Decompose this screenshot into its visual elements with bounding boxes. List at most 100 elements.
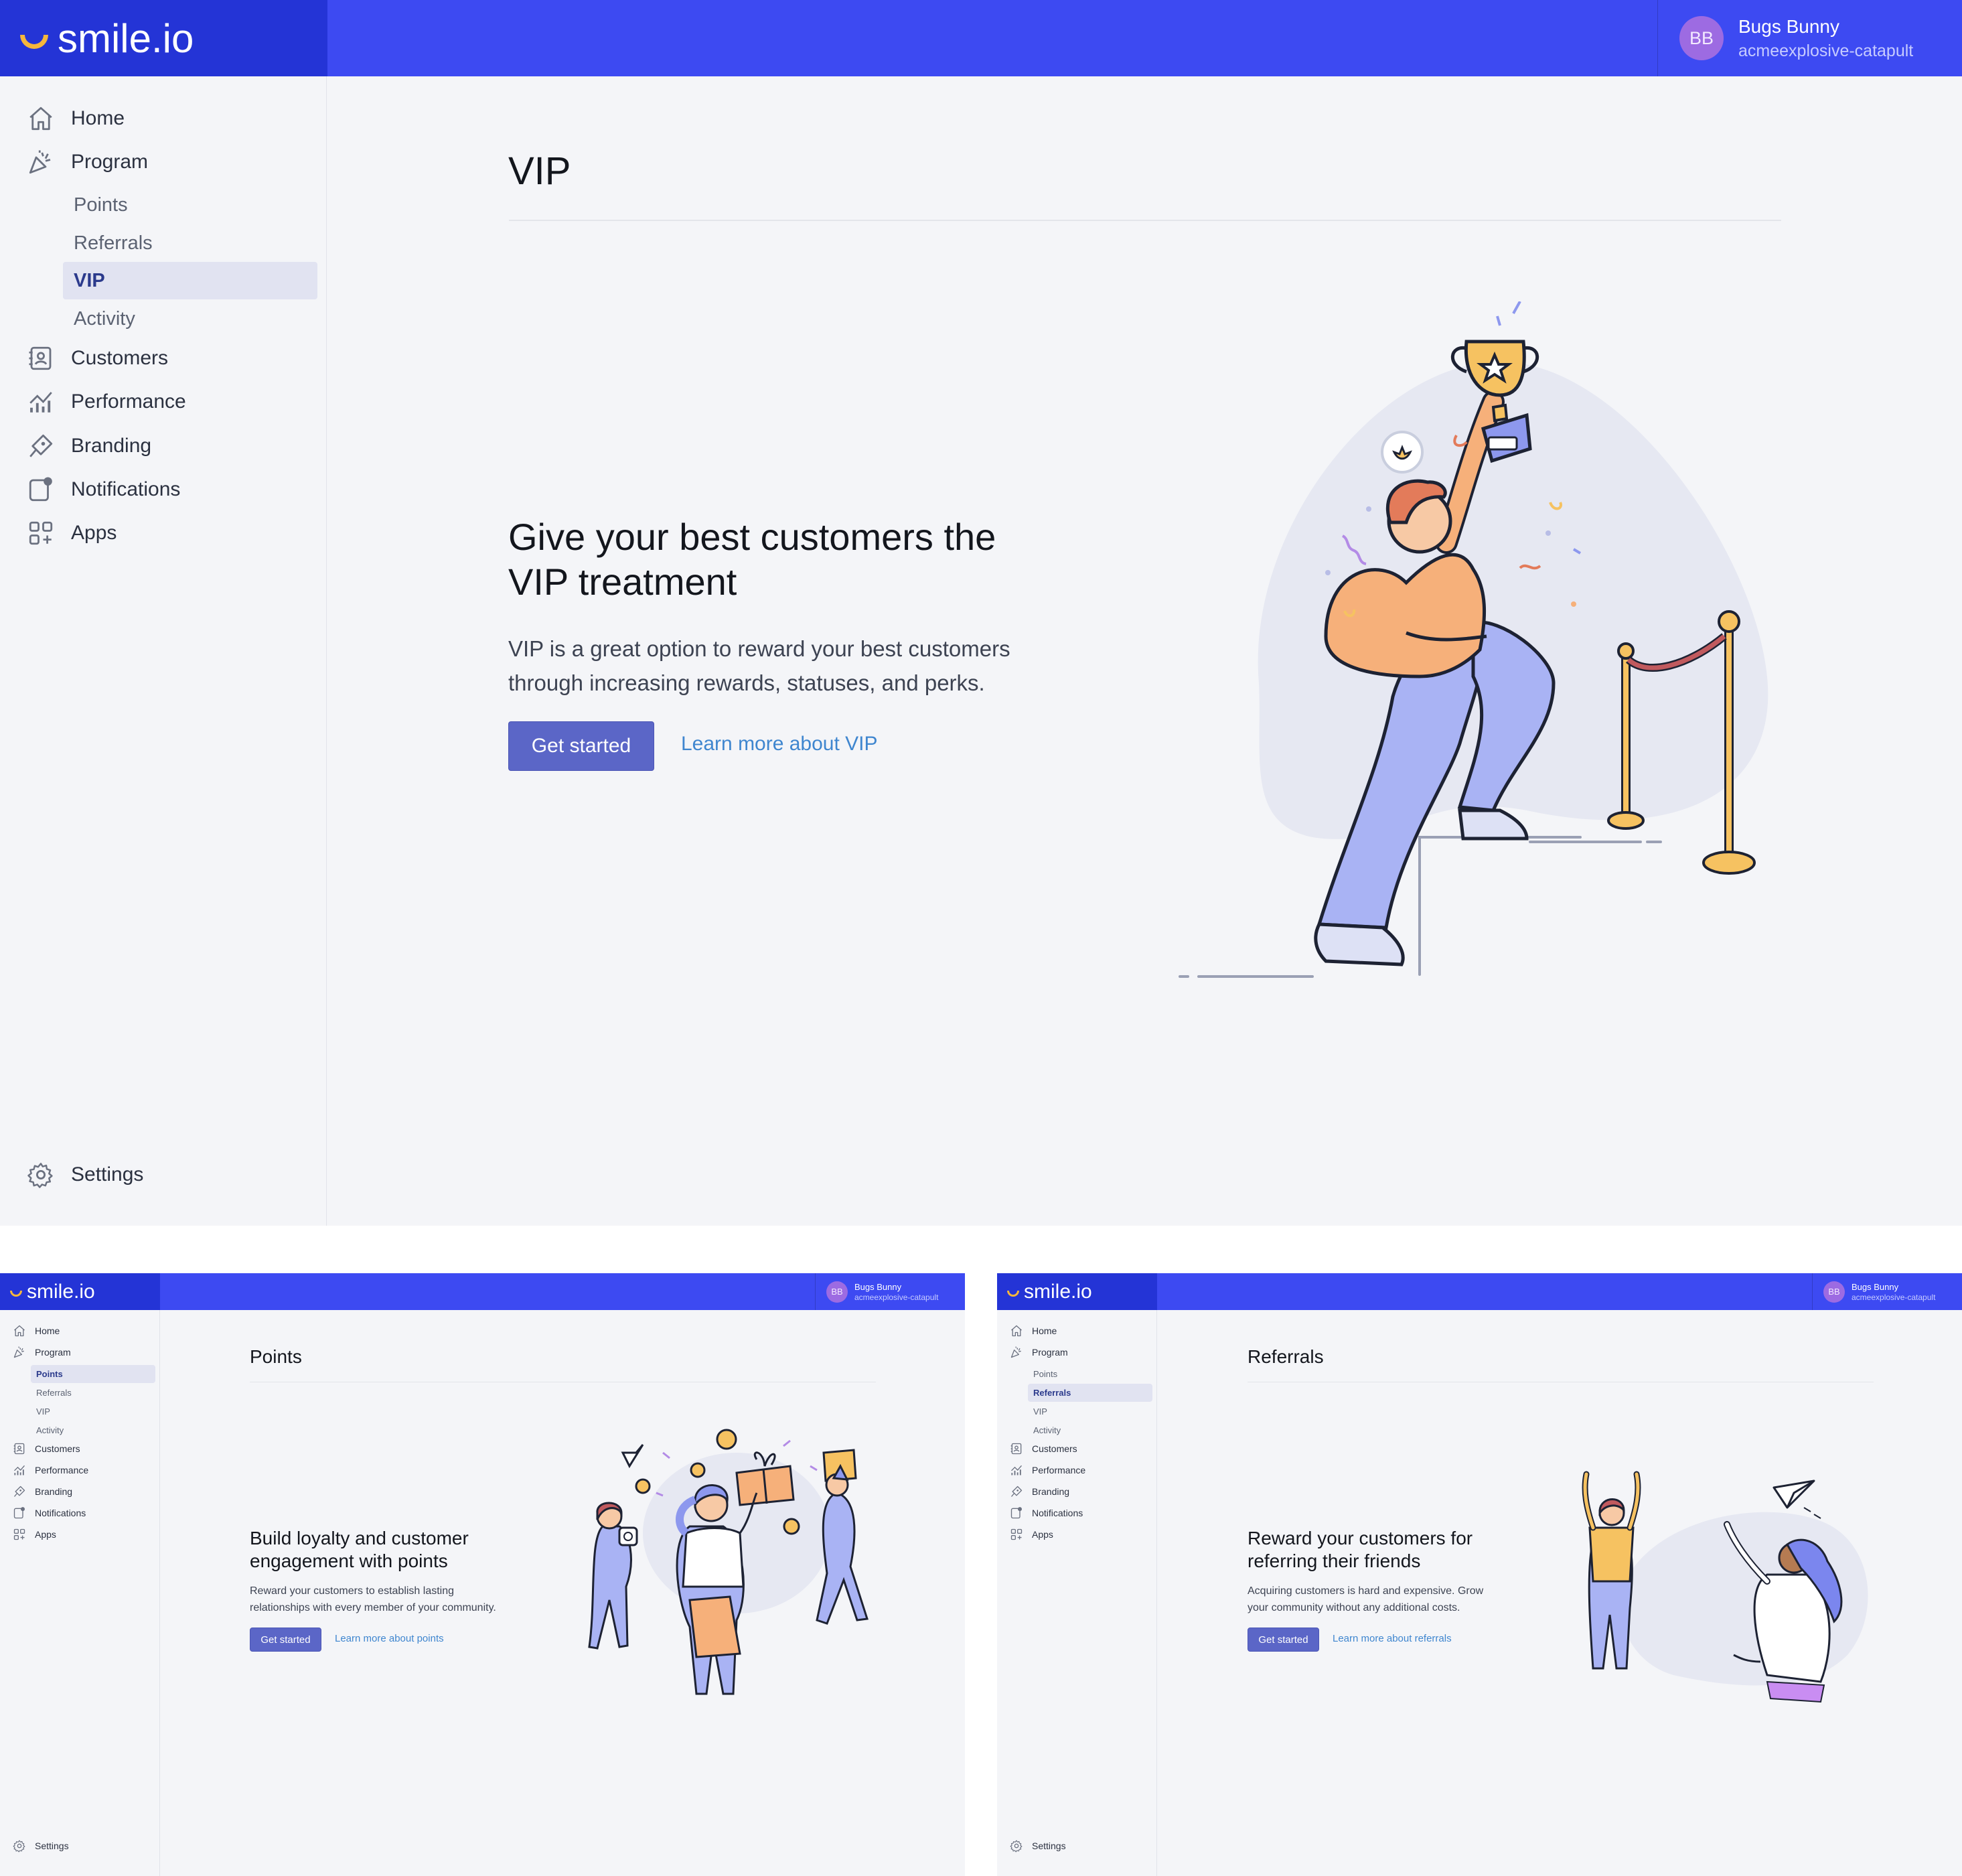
sidebar-item-label: Program bbox=[35, 1347, 71, 1358]
sidebar-item-settings[interactable]: Settings bbox=[1010, 1839, 1066, 1853]
gear-icon bbox=[1010, 1839, 1023, 1853]
sidebar: Home Program Points Referrals VIP Activi… bbox=[0, 76, 327, 1226]
learn-more-link[interactable]: Learn more about points bbox=[335, 1633, 444, 1644]
user-menu[interactable]: BB Bugs Bunny acmeexplosive-catapult bbox=[1657, 0, 1962, 76]
sidebar-item-program[interactable]: Program bbox=[1010, 1346, 1068, 1359]
user-shop: acmeexplosive-catapult bbox=[854, 1292, 939, 1302]
sidebar-item-label: Performance bbox=[1032, 1465, 1086, 1475]
sidebar-item-settings[interactable]: Settings bbox=[13, 1839, 69, 1853]
sidebar-item-label: Settings bbox=[71, 1163, 144, 1185]
sidebar-subitem-points[interactable]: Points bbox=[63, 186, 317, 224]
hero-title: Build loyalty and customer engagement wi… bbox=[250, 1528, 469, 1571]
sidebar-item-home[interactable]: Home bbox=[13, 1324, 60, 1338]
chart-icon bbox=[1010, 1463, 1023, 1477]
sidebar-item-notifications[interactable]: Notifications bbox=[13, 1506, 86, 1520]
sidebar-subitem-vip[interactable]: VIP bbox=[63, 262, 317, 299]
sidebar-item-label: Settings bbox=[35, 1841, 69, 1851]
sidebar-item-label: Performance bbox=[35, 1465, 89, 1475]
sidebar-subitem-activity[interactable]: Activity bbox=[63, 300, 317, 338]
sidebar: Home Program Points Referrals VIP Activi… bbox=[0, 1310, 160, 1876]
smile-logo-icon bbox=[20, 34, 48, 49]
avatar: BB bbox=[1823, 1281, 1845, 1303]
notification-icon bbox=[27, 476, 55, 504]
hero-title: Give your best customers the VIP treatme… bbox=[508, 516, 996, 603]
sidebar-item-label: Home bbox=[35, 1325, 60, 1336]
gear-icon bbox=[13, 1839, 26, 1853]
title-divider bbox=[509, 220, 1781, 221]
paint-brush-icon bbox=[1010, 1485, 1023, 1498]
get-started-button[interactable]: Get started bbox=[250, 1628, 321, 1652]
user-shop: acmeexplosive-catapult bbox=[1852, 1292, 1936, 1302]
sidebar-item-performance[interactable]: Performance bbox=[27, 388, 186, 416]
sidebar-item-label: Customers bbox=[1032, 1443, 1077, 1454]
sidebar-item-performance[interactable]: Performance bbox=[13, 1463, 88, 1477]
sidebar-item-branding[interactable]: Branding bbox=[13, 1485, 72, 1498]
apps-grid-icon bbox=[1010, 1528, 1023, 1541]
brand-logo[interactable]: smile.io bbox=[0, 1273, 160, 1310]
logo-text: smile.io bbox=[58, 15, 194, 61]
points-celebration-illustration bbox=[588, 1429, 869, 1695]
sidebar-item-apps[interactable]: Apps bbox=[1010, 1528, 1053, 1541]
sidebar-item-notifications[interactable]: Notifications bbox=[27, 476, 180, 504]
sidebar-subitem-referrals[interactable]: Referrals bbox=[63, 224, 317, 262]
hero-description: VIP is a great option to reward your bes… bbox=[508, 636, 1010, 696]
sidebar-item-customers[interactable]: Customers bbox=[1010, 1442, 1077, 1455]
sidebar-subitem-activity[interactable]: Activity bbox=[31, 1421, 155, 1439]
sidebar-item-label: Apps bbox=[71, 522, 117, 544]
sidebar-subitem-points[interactable]: Points bbox=[1028, 1365, 1152, 1383]
sidebar-item-label: Apps bbox=[35, 1529, 56, 1540]
sidebar-subitem-referrals[interactable]: Referrals bbox=[1028, 1384, 1152, 1402]
sidebar-item-settings[interactable]: Settings bbox=[27, 1161, 143, 1189]
logo-text: smile.io bbox=[1024, 1280, 1092, 1303]
sidebar-item-home[interactable]: Home bbox=[1010, 1324, 1057, 1338]
sidebar-item-branding[interactable]: Branding bbox=[27, 432, 151, 460]
paint-brush-icon bbox=[27, 432, 55, 460]
avatar: BB bbox=[826, 1281, 848, 1303]
sidebar-item-performance[interactable]: Performance bbox=[1010, 1463, 1085, 1477]
get-started-button[interactable]: Get started bbox=[508, 721, 654, 771]
referral-paper-plane-illustration bbox=[1582, 1471, 1868, 1703]
user-menu[interactable]: BB Bugs Bunny acmeexplosive-catapult bbox=[815, 1273, 965, 1310]
notification-icon bbox=[13, 1506, 26, 1520]
apps-grid-icon bbox=[27, 519, 55, 547]
home-icon bbox=[1010, 1324, 1023, 1338]
party-popper-icon bbox=[1010, 1346, 1023, 1359]
points-screen: smile.io BB Bugs Bunny acmeexplosive-cat… bbox=[0, 1273, 965, 1876]
sidebar-item-label: Branding bbox=[35, 1486, 73, 1497]
sidebar-item-label: Customers bbox=[71, 347, 169, 369]
sidebar-subitem-points[interactable]: Points bbox=[31, 1365, 155, 1383]
sidebar-item-label: Notifications bbox=[71, 478, 181, 500]
sidebar-item-program[interactable]: Program bbox=[13, 1346, 71, 1359]
learn-more-link[interactable]: Learn more about VIP bbox=[681, 733, 878, 755]
sidebar-subitem-activity[interactable]: Activity bbox=[1028, 1421, 1152, 1439]
brand-logo[interactable]: smile.io bbox=[0, 0, 327, 76]
sidebar-subitem-vip[interactable]: VIP bbox=[31, 1402, 155, 1421]
smile-logo-icon bbox=[10, 1291, 22, 1297]
contacts-icon bbox=[13, 1442, 26, 1455]
sidebar-item-program[interactable]: Program bbox=[27, 148, 148, 176]
user-menu[interactable]: BB Bugs Bunny acmeexplosive-catapult bbox=[1812, 1273, 1962, 1310]
page-title: Points bbox=[250, 1346, 302, 1367]
sidebar-subitem-referrals[interactable]: Referrals bbox=[31, 1384, 155, 1402]
paint-brush-icon bbox=[13, 1485, 26, 1498]
page-title: VIP bbox=[508, 149, 571, 193]
sidebar-item-apps[interactable]: Apps bbox=[27, 519, 117, 547]
home-icon bbox=[13, 1324, 26, 1338]
apps-grid-icon bbox=[13, 1528, 26, 1541]
brand-logo[interactable]: smile.io bbox=[997, 1273, 1157, 1310]
home-icon bbox=[27, 104, 55, 133]
learn-more-link[interactable]: Learn more about referrals bbox=[1333, 1633, 1452, 1644]
sidebar-item-customers[interactable]: Customers bbox=[13, 1442, 80, 1455]
sidebar-item-apps[interactable]: Apps bbox=[13, 1528, 56, 1541]
sidebar-item-home[interactable]: Home bbox=[27, 104, 125, 133]
referrals-screen: smile.io BB Bugs Bunny acmeexplosive-cat… bbox=[997, 1273, 1962, 1876]
top-bar: smile.io BB Bugs Bunny acmeexplosive-cat… bbox=[0, 1273, 965, 1310]
sidebar-item-label: Home bbox=[71, 107, 125, 129]
sidebar-subitem-vip[interactable]: VIP bbox=[1028, 1402, 1152, 1421]
contacts-icon bbox=[27, 344, 55, 372]
sidebar-item-notifications[interactable]: Notifications bbox=[1010, 1506, 1083, 1520]
sidebar-item-branding[interactable]: Branding bbox=[1010, 1485, 1069, 1498]
sidebar-item-customers[interactable]: Customers bbox=[27, 344, 168, 372]
get-started-button[interactable]: Get started bbox=[1248, 1628, 1319, 1652]
chart-icon bbox=[27, 388, 55, 416]
